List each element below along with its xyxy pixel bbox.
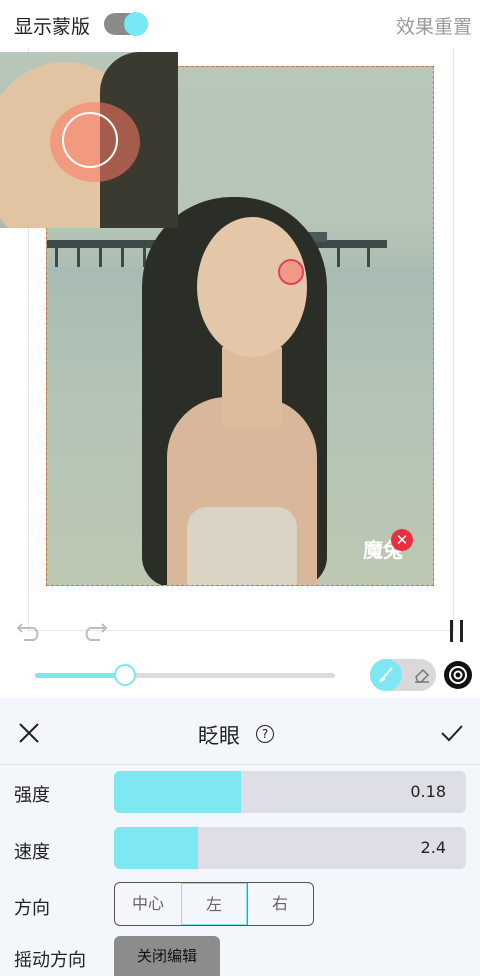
speed-label: 速度 [14,842,50,863]
close-icon[interactable] [18,722,40,744]
direction-option-right[interactable]: 右 [247,883,313,925]
brush-size-knob[interactable] [114,664,136,686]
direction-option-left[interactable]: 左 [181,883,247,925]
toggle-knob [124,12,148,36]
eraser-icon [415,668,430,683]
neck-shape [222,347,282,427]
face-shape [197,217,307,357]
effect-panel: 眨眼 ? 强度 0.18 速度 2.4 方向 中心 左 右 摇动方向 关闭编辑 [0,698,480,976]
show-mask-label: 显示蒙版 [14,16,91,38]
pause-icon[interactable] [448,620,466,642]
reset-effect-button[interactable]: 效果重置 [396,12,472,39]
target-icon[interactable] [444,661,472,689]
sway-direction-label: 摇动方向 [14,950,86,971]
strength-value: 0.18 [410,782,446,801]
direction-segmented-control: 中心 左 右 [114,882,314,926]
brush-button[interactable] [370,659,402,691]
panel-header: 眨眼 ? [0,698,480,765]
remove-watermark-icon[interactable]: ✕ [391,529,413,551]
strength-slider[interactable]: 0.18 [114,771,466,813]
strength-label: 强度 [14,785,50,806]
redo-icon[interactable] [80,618,108,642]
show-mask-toggle[interactable] [104,12,148,36]
strength-fill [114,771,241,813]
brush-eraser-toggle[interactable] [370,659,436,691]
speed-slider[interactable]: 2.4 [114,827,466,869]
top-bar: 显示蒙版 效果重置 [0,0,480,48]
speed-value: 2.4 [420,838,446,857]
undo-icon[interactable] [16,618,44,642]
eye-selection-marker[interactable] [278,259,304,285]
brush-size-slider[interactable] [35,664,335,686]
speed-fill [114,827,199,869]
brush-size-fill [35,673,125,678]
help-icon[interactable]: ? [256,725,274,743]
confirm-check-icon[interactable] [440,723,464,743]
dress-shape [187,507,297,585]
close-edit-button[interactable]: 关闭编辑 [114,936,220,976]
magnifier-preview [0,52,178,228]
magnifier-cursor-ring [62,112,118,168]
direction-option-center[interactable]: 中心 [115,883,181,925]
direction-label: 方向 [14,898,50,919]
brush-icon [379,667,393,682]
panel-title: 眨眼 [198,724,240,748]
eraser-button[interactable] [406,659,436,691]
